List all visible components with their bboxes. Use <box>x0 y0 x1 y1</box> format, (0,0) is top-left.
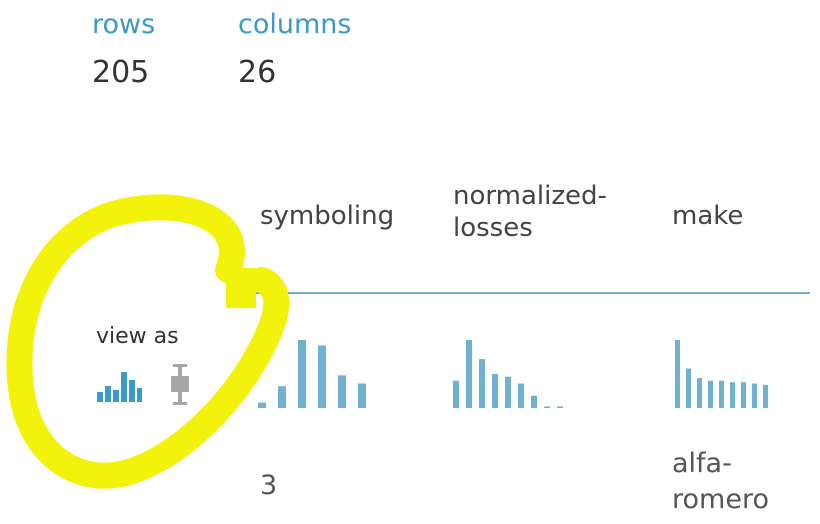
boxplot-icon <box>171 364 189 405</box>
histogram-bar <box>298 340 306 408</box>
histogram-bar <box>318 345 326 408</box>
histogram-symboling <box>258 340 366 408</box>
histogram-bar <box>338 375 346 408</box>
cell-make: alfa- romero <box>672 446 769 518</box>
cell-line-1: alfa- <box>672 448 732 479</box>
histogram-bar <box>544 406 550 408</box>
histogram-bar <box>278 386 286 408</box>
histogram-make <box>675 340 768 408</box>
histogram-bar <box>492 374 498 408</box>
column-header-line-2: losses <box>453 213 533 243</box>
histogram-bar <box>531 395 537 408</box>
histogram-bar <box>708 380 713 408</box>
histogram-bar <box>557 406 563 408</box>
histogram-bar <box>479 359 485 408</box>
cell-line-2: romero <box>672 484 769 515</box>
histogram-bar <box>258 402 266 408</box>
rows-label: rows <box>92 9 156 40</box>
columns-value: 26 <box>238 55 277 90</box>
header-divider <box>232 292 810 294</box>
columns-label: columns <box>238 9 352 40</box>
view-as-label: view as <box>96 324 179 349</box>
histogram-bar <box>518 383 524 408</box>
histogram-bar <box>730 382 735 408</box>
histogram-bar <box>453 380 459 408</box>
column-header-symboling[interactable]: symboling <box>260 200 394 232</box>
histogram-bar <box>358 383 366 408</box>
cell-symboling: 3 <box>260 470 278 501</box>
histogram-icon <box>97 372 142 402</box>
histogram-view-button[interactable] <box>96 366 142 402</box>
column-header-line-1: normalized- <box>453 181 607 211</box>
column-header-make[interactable]: make <box>672 200 743 232</box>
histogram-bar <box>763 384 768 408</box>
histogram-bar <box>752 383 757 408</box>
rows-value: 205 <box>92 55 150 90</box>
histogram-bar <box>686 368 691 408</box>
histogram-bar <box>741 382 746 408</box>
histogram-normalized-losses <box>453 340 563 408</box>
histogram-bar <box>675 340 680 408</box>
histogram-bar <box>466 340 472 408</box>
column-header-normalized-losses[interactable]: normalized- losses <box>453 180 607 244</box>
histogram-bar <box>505 376 511 408</box>
boxplot-view-button[interactable] <box>166 362 194 406</box>
histogram-bar <box>697 378 702 408</box>
histogram-bar <box>719 380 724 408</box>
